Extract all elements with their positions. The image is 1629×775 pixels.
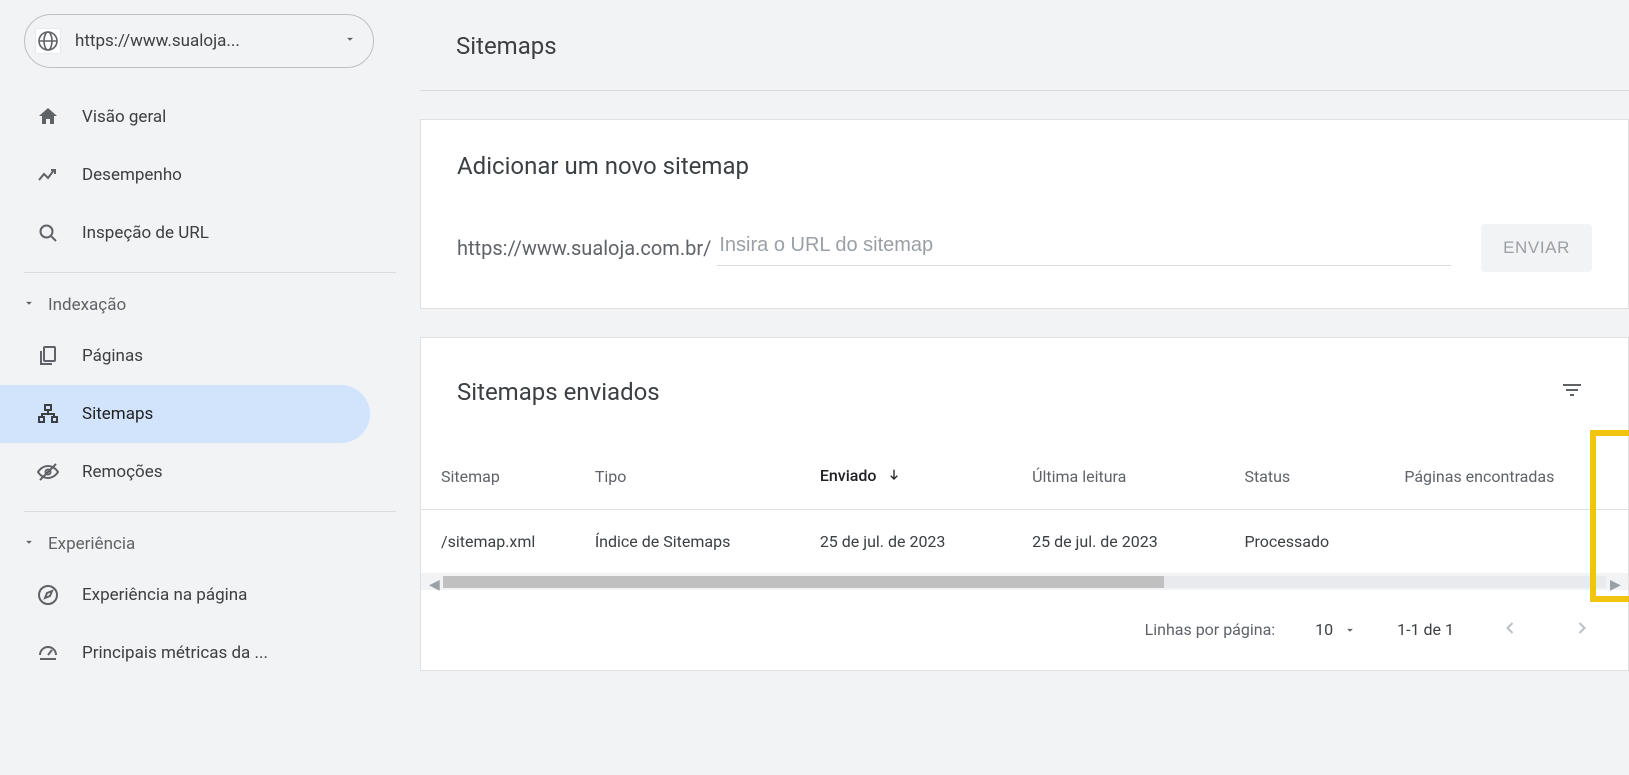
search-icon: [36, 221, 60, 245]
cell-type: Índice de Sitemaps: [575, 509, 800, 573]
globe-icon: [35, 28, 61, 54]
url-prefix: https://www.sualoja.com.br/: [457, 236, 711, 260]
prev-page-button[interactable]: [1494, 612, 1526, 648]
col-pages-found[interactable]: Páginas encontradas: [1384, 444, 1628, 509]
property-selector[interactable]: https://www.sualoja...: [24, 14, 374, 68]
section-label: Indexação: [48, 295, 126, 315]
sidebar: https://www.sualoja... Visão geral Desem…: [0, 0, 420, 775]
col-sent[interactable]: Enviado: [800, 444, 1012, 509]
cell-pages-found: [1384, 509, 1628, 573]
pagination-bar: Linhas por página: 10 1-1 de 1: [421, 590, 1628, 670]
sitemaps-table: Sitemap Tipo Enviado Última leitura Stat…: [421, 444, 1628, 574]
section-label: Experiência: [48, 534, 135, 554]
sitemap-icon: [36, 402, 60, 426]
nav-performance[interactable]: Desempenho: [0, 146, 370, 204]
compass-icon: [36, 583, 60, 607]
add-sitemap-card: Adicionar um novo sitemap https://www.su…: [420, 119, 1629, 309]
arrow-down-icon: [886, 468, 902, 487]
nav-label: Sitemaps: [82, 404, 153, 424]
col-sitemap[interactable]: Sitemap: [421, 444, 575, 509]
list-title: Sitemaps enviados: [457, 378, 660, 406]
scroll-thumb[interactable]: [443, 576, 1164, 588]
col-type[interactable]: Tipo: [575, 444, 800, 509]
nav-label: Inspeção de URL: [82, 223, 209, 243]
nav-overview[interactable]: Visão geral: [0, 88, 370, 146]
rows-per-page-label: Linhas por página:: [1145, 620, 1276, 639]
section-experience[interactable]: Experiência: [0, 522, 420, 566]
nav-label: Remoções: [82, 462, 162, 482]
nav-removals[interactable]: Remoções: [0, 443, 370, 501]
submit-sitemap-button[interactable]: ENVIAR: [1481, 224, 1592, 272]
nav-url-inspection[interactable]: Inspeção de URL: [0, 204, 370, 262]
sitemaps-list-card: Sitemaps enviados Sitemap Tipo Enviado: [420, 337, 1629, 671]
rows-value: 10: [1315, 620, 1333, 639]
next-page-button[interactable]: [1566, 612, 1598, 648]
table-row[interactable]: /sitemap.xml Índice de Sitemaps 25 de ju…: [421, 509, 1628, 573]
speed-icon: [36, 641, 60, 665]
nav-label: Principais métricas da ...: [82, 643, 268, 663]
nav-pages[interactable]: Páginas: [0, 327, 370, 385]
pagination-range: 1-1 de 1: [1397, 620, 1454, 639]
caret-down-icon: [22, 295, 38, 315]
caret-down-icon: [1343, 623, 1357, 637]
caret-down-icon: [343, 32, 357, 50]
scroll-track[interactable]: [443, 576, 1606, 588]
trend-icon: [36, 163, 60, 187]
nav-label: Experiência na página: [82, 585, 247, 605]
horizontal-scrollbar[interactable]: ◀ ▶: [421, 574, 1628, 590]
scroll-right-icon[interactable]: ▶: [1610, 577, 1620, 587]
cell-sitemap: /sitemap.xml: [421, 509, 575, 573]
table-scroll[interactable]: Sitemap Tipo Enviado Última leitura Stat…: [421, 414, 1628, 574]
home-icon: [36, 105, 60, 129]
section-indexing[interactable]: Indexação: [0, 283, 420, 327]
cell-sent: 25 de jul. de 2023: [800, 509, 1012, 573]
scroll-left-icon[interactable]: ◀: [429, 577, 439, 587]
filter-button[interactable]: [1552, 370, 1592, 414]
nav-page-experience[interactable]: Experiência na página: [0, 566, 370, 624]
col-last-read[interactable]: Última leitura: [1012, 444, 1224, 509]
cell-status: Processado: [1224, 509, 1384, 573]
property-url: https://www.sualoja...: [75, 31, 331, 51]
nav-core-web-vitals[interactable]: Principais métricas da ...: [0, 624, 370, 682]
pages-icon: [36, 344, 60, 368]
cell-last-read: 25 de jul. de 2023: [1012, 509, 1224, 573]
page-title: Sitemaps: [420, 0, 1629, 91]
divider: [24, 511, 396, 512]
eye-off-icon: [36, 460, 60, 484]
caret-down-icon: [22, 534, 38, 554]
nav-label: Desempenho: [82, 165, 182, 185]
add-sitemap-title: Adicionar um novo sitemap: [457, 152, 1592, 180]
main-content: Sitemaps Adicionar um novo sitemap https…: [420, 0, 1629, 775]
col-status[interactable]: Status: [1224, 444, 1384, 509]
sitemap-url-input[interactable]: [717, 230, 1451, 266]
nav-label: Páginas: [82, 346, 143, 366]
rows-per-page-select[interactable]: 10: [1315, 620, 1357, 639]
divider: [24, 272, 396, 273]
col-sent-label: Enviado: [820, 466, 877, 485]
nav-label: Visão geral: [82, 107, 166, 127]
nav-sitemaps[interactable]: Sitemaps: [0, 385, 370, 443]
